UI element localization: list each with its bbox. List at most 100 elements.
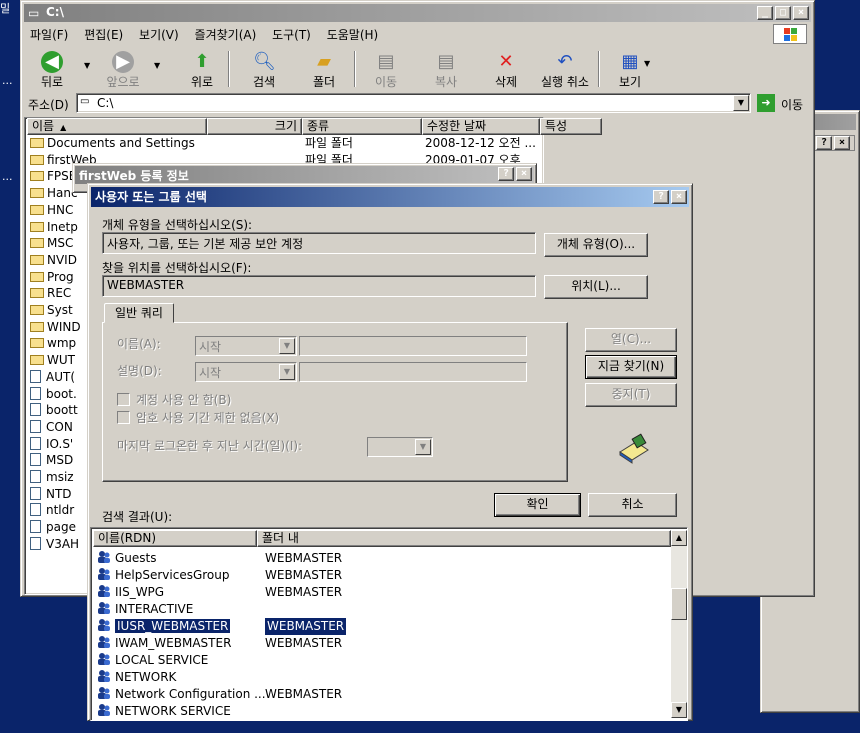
- scroll-up-icon[interactable]: ▲: [671, 530, 687, 546]
- menu-edit[interactable]: 편집(E): [78, 23, 129, 43]
- result-row[interactable]: IIS_WPG WEBMASTER: [97, 584, 667, 601]
- cancel-button[interactable]: 취소: [588, 493, 677, 517]
- copy-button[interactable]: ▤ 복사: [426, 49, 466, 89]
- forward-button[interactable]: ▶ 앞으로: [98, 49, 148, 89]
- menu-favorites[interactable]: 즐겨찾기(A): [189, 23, 263, 43]
- chevron-down-icon[interactable]: ▼: [644, 59, 650, 68]
- file-icon: [30, 453, 41, 467]
- no-expire-checkbox[interactable]: 암호 사용 기간 제한 없음(X): [117, 409, 279, 426]
- maximize-icon[interactable]: □: [775, 6, 791, 20]
- result-row[interactable]: Guests WEBMASTER: [97, 550, 667, 567]
- tab-general-query[interactable]: 일반 쿼리: [104, 303, 174, 323]
- go-button[interactable]: ➜ 이동: [757, 94, 813, 113]
- menu-file[interactable]: 파일(F): [24, 23, 74, 43]
- file-list-item[interactable]: IO.S': [30, 436, 73, 453]
- file-list-item[interactable]: MSC: [30, 235, 73, 252]
- file-list-item[interactable]: WIND: [30, 319, 81, 336]
- file-list-item[interactable]: REC: [30, 285, 71, 302]
- explorer-titlebar[interactable]: ▭ C:\ _ □ ×: [24, 4, 811, 22]
- file-list-item[interactable]: MSD: [30, 452, 73, 469]
- disabled-accounts-checkbox[interactable]: 계정 사용 안 함(B): [117, 391, 231, 408]
- description-condition-combo[interactable]: 시작 ▼: [195, 362, 297, 382]
- chevron-down-icon[interactable]: ▼: [154, 61, 160, 70]
- undo-button[interactable]: ↶ 실행 취소: [536, 49, 594, 89]
- column-header-size[interactable]: 크기: [207, 118, 302, 135]
- properties-titlebar[interactable]: firstWeb 등록 정보 ? ×: [75, 166, 534, 184]
- file-list-item[interactable]: Inetp: [30, 219, 78, 236]
- file-list-item[interactable]: boott: [30, 402, 78, 419]
- results-scrollbar[interactable]: ▲ ▼: [671, 530, 687, 718]
- up-button[interactable]: ⬆ 위로: [182, 49, 222, 89]
- file-list-item[interactable]: msiz: [30, 469, 74, 486]
- close-icon[interactable]: ×: [516, 167, 532, 181]
- menu-help[interactable]: 도움말(H): [321, 23, 385, 43]
- find-now-button[interactable]: 지금 찾기(N): [585, 355, 677, 379]
- results-label: 검색 결과(U):: [102, 510, 173, 524]
- close-icon[interactable]: ×: [834, 136, 850, 150]
- delete-button[interactable]: ✕ 삭제: [486, 49, 526, 89]
- file-list-item[interactable]: V3AH: [30, 536, 79, 553]
- help-icon[interactable]: ?: [816, 136, 832, 150]
- result-row[interactable]: INTERACTIVE: [97, 601, 667, 618]
- result-row[interactable]: Network Configuration ... WEBMASTER: [97, 686, 667, 703]
- dialog-titlebar[interactable]: 사용자 또는 그룹 선택 ? ×: [91, 187, 689, 207]
- file-list-item[interactable]: boot.: [30, 386, 77, 403]
- chevron-down-icon[interactable]: ▼: [733, 95, 749, 111]
- result-row[interactable]: NETWORK SERVICE: [97, 703, 667, 720]
- file-list-item[interactable]: Documents and Settings 파일 폴더 2008-12-12 오전…: [30, 135, 536, 152]
- file-list-item[interactable]: HNC: [30, 202, 73, 219]
- ok-button[interactable]: 확인: [494, 493, 581, 517]
- column-header-type[interactable]: 종류: [302, 118, 422, 135]
- result-row[interactable]: OWS_109412798_adminWEBMASTER: [97, 720, 667, 721]
- minimize-icon[interactable]: _: [757, 6, 773, 20]
- address-input[interactable]: ▭ C:\ ▼: [76, 93, 751, 113]
- column-header-attrs[interactable]: 특성: [540, 118, 602, 135]
- last-logon-combo[interactable]: ▼: [367, 437, 433, 457]
- search-button[interactable]: 🔍︎ 검색: [244, 49, 284, 89]
- result-row[interactable]: NETWORK: [97, 669, 667, 686]
- file-list-item[interactable]: Syst: [30, 302, 73, 319]
- file-list-item[interactable]: page: [30, 519, 76, 536]
- help-icon[interactable]: ?: [653, 190, 669, 204]
- chevron-down-icon[interactable]: ▼: [84, 61, 90, 70]
- file-list-item[interactable]: AUT(: [30, 369, 75, 386]
- result-row[interactable]: HelpServicesGroup WEBMASTER: [97, 567, 667, 584]
- folders-button[interactable]: ▰ 폴더: [304, 49, 344, 89]
- file-list-item[interactable]: ntldr: [30, 502, 74, 519]
- column-header-name[interactable]: 이름 ▲: [27, 118, 207, 135]
- column-header-date[interactable]: 수정한 날짜: [422, 118, 540, 135]
- columns-button[interactable]: 열(C)...: [585, 328, 677, 352]
- file-list-item[interactable]: NTD: [30, 486, 72, 503]
- result-row[interactable]: IWAM_WEBMASTER WEBMASTER: [97, 635, 667, 652]
- file-list-item[interactable]: NVID: [30, 252, 77, 269]
- stop-button[interactable]: 중지(T): [585, 383, 677, 407]
- description-value-input[interactable]: [299, 362, 527, 382]
- object-types-button[interactable]: 개체 유형(O)...: [544, 233, 648, 257]
- results-column-folder[interactable]: 폴더 내: [257, 530, 671, 547]
- file-list-item[interactable]: WUT: [30, 352, 75, 369]
- file-list-item[interactable]: Prog: [30, 269, 74, 286]
- locations-button[interactable]: 위치(L)...: [544, 275, 648, 299]
- folder-icon: [30, 154, 44, 165]
- file-icon: [30, 536, 41, 550]
- file-list-item[interactable]: Hanc: [30, 185, 78, 202]
- results-column-name[interactable]: 이름(RDN): [93, 530, 257, 547]
- scroll-down-icon[interactable]: ▼: [671, 702, 687, 718]
- scroll-thumb[interactable]: [671, 588, 687, 620]
- file-list-item[interactable]: wmp: [30, 335, 76, 352]
- close-icon[interactable]: ×: [671, 190, 687, 204]
- file-list-item[interactable]: CON: [30, 419, 73, 436]
- result-name: HelpServicesGroup: [115, 568, 230, 582]
- name-value-input[interactable]: [299, 336, 527, 356]
- menu-tools[interactable]: 도구(T): [266, 23, 317, 43]
- file-list-item[interactable]: FPSE: [30, 168, 76, 185]
- move-button[interactable]: ▤ 이동: [366, 49, 406, 89]
- menu-view[interactable]: 보기(V): [133, 23, 185, 43]
- help-icon[interactable]: ?: [498, 167, 514, 181]
- name-condition-combo[interactable]: 시작 ▼: [195, 336, 297, 356]
- back-button[interactable]: ◀ 뒤로: [32, 49, 72, 89]
- result-row[interactable]: IUSR_WEBMASTER WEBMASTER: [97, 618, 667, 635]
- views-button[interactable]: ▦ 보기: [610, 49, 650, 89]
- close-icon[interactable]: ×: [793, 6, 809, 20]
- result-row[interactable]: LOCAL SERVICE: [97, 652, 667, 669]
